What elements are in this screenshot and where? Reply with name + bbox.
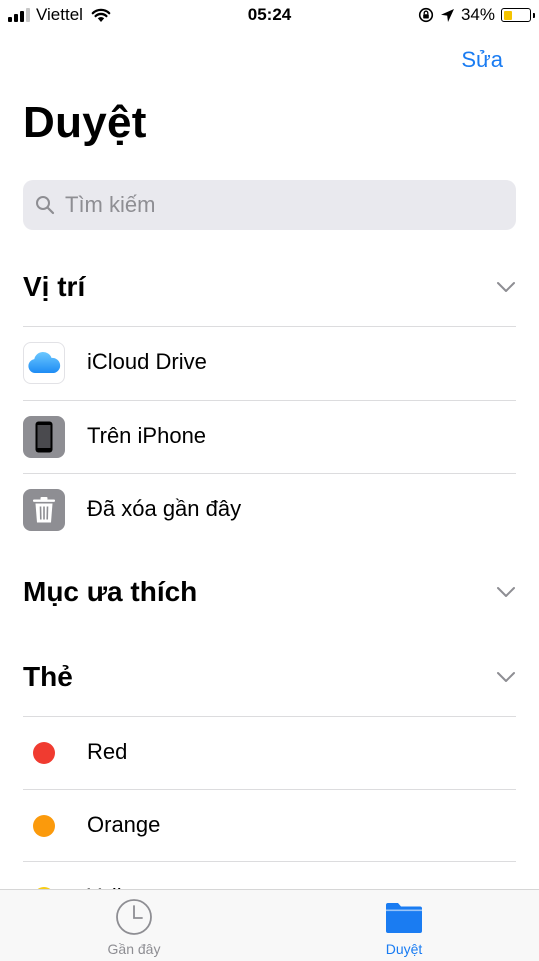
tab-bar: Gần đây Duyệt — [0, 889, 539, 961]
section-title-favorites: Mục ưa thích — [23, 576, 197, 608]
tab-recents[interactable]: Gần đây — [64, 890, 204, 961]
battery-percent: 34% — [461, 5, 495, 25]
tag-item-red[interactable]: Red — [0, 717, 539, 789]
section-title-tags: Thẻ — [23, 661, 73, 693]
section-title-locations: Vị trí — [23, 271, 85, 303]
tag-item-label: Red — [87, 739, 127, 765]
clock-icon — [115, 898, 153, 936]
location-item-recently-deleted[interactable]: Đã xóa gần đây — [0, 474, 539, 546]
tag-item-orange[interactable]: Orange — [0, 790, 539, 862]
tab-label: Gần đây — [64, 941, 204, 957]
search-icon — [35, 195, 55, 215]
battery-fill — [504, 11, 512, 20]
chevron-down-icon — [496, 586, 516, 598]
section-header-favorites[interactable]: Mục ưa thích — [23, 570, 516, 614]
section-header-tags[interactable]: Thẻ — [23, 655, 516, 699]
tab-label: Duyệt — [334, 941, 474, 957]
tag-color-dot — [33, 815, 55, 837]
page-title: Duyệt — [23, 98, 147, 148]
location-item-label: Trên iPhone — [87, 423, 206, 449]
battery-icon — [501, 8, 531, 22]
orientation-lock-icon — [418, 7, 434, 23]
location-arrow-icon — [440, 8, 455, 23]
iphone-icon — [23, 416, 65, 458]
chevron-down-icon — [496, 671, 516, 683]
location-item-on-iphone[interactable]: Trên iPhone — [0, 401, 539, 473]
edit-button[interactable]: Sửa — [461, 47, 503, 73]
search-field[interactable] — [23, 180, 516, 230]
chevron-down-icon — [496, 281, 516, 293]
section-header-locations[interactable]: Vị trí — [23, 265, 516, 309]
tab-browse[interactable]: Duyệt — [334, 890, 474, 961]
status-bar: Viettel 05:24 34% — [0, 0, 539, 32]
search-input[interactable] — [63, 191, 487, 219]
tag-item-label: Orange — [87, 812, 160, 838]
tag-color-dot — [33, 742, 55, 764]
trash-icon — [23, 489, 65, 531]
location-item-label: Đã xóa gần đây — [87, 496, 241, 522]
icloud-icon — [23, 342, 65, 384]
location-item-label: iCloud Drive — [87, 349, 207, 375]
folder-icon — [385, 901, 423, 935]
location-item-icloud-drive[interactable]: iCloud Drive — [0, 327, 539, 399]
status-right: 34% — [418, 5, 531, 25]
